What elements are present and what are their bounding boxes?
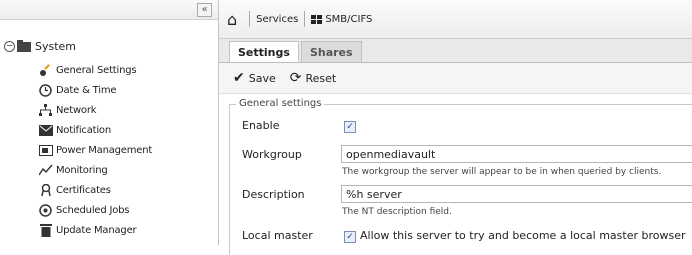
network-icon bbox=[38, 103, 53, 117]
sidebar-item-scheduled-jobs[interactable]: Scheduled Jobs bbox=[38, 200, 152, 220]
sidebar-item-monitoring[interactable]: Monitoring bbox=[38, 160, 152, 180]
description-label: Description bbox=[242, 188, 305, 201]
grid-icon bbox=[311, 14, 323, 24]
local-master-checkbox[interactable]: ✓ bbox=[344, 231, 356, 243]
folder-icon bbox=[17, 39, 31, 52]
refresh-icon: ⟳ bbox=[289, 70, 302, 86]
save-label: Save bbox=[248, 71, 276, 85]
sidebar-item-label: Power Management bbox=[56, 144, 153, 156]
breadcrumb-separator bbox=[304, 11, 306, 27]
sidebar-item-label: General Settings bbox=[56, 64, 137, 76]
sidebar-item-label: Date & Time bbox=[56, 84, 117, 96]
certificate-icon bbox=[38, 183, 53, 197]
breadcrumb-smb-cifs[interactable]: SMB/CIFS bbox=[325, 14, 372, 25]
workgroup-hint: The workgroup the server will appear to … bbox=[342, 167, 662, 177]
sidebar-item-label: Update Manager bbox=[56, 224, 137, 236]
breadcrumb: ⌂ Services SMB/CIFS bbox=[219, 0, 692, 39]
home-icon[interactable]: ⌂ bbox=[227, 10, 237, 29]
sidebar-header: « bbox=[0, 0, 218, 20]
sidebar-item-label: Certificates bbox=[56, 184, 111, 196]
reset-label: Reset bbox=[305, 71, 337, 85]
main-panel: ⌂ Services SMB/CIFS Settings Shares ✔ Sa… bbox=[219, 0, 692, 255]
workgroup-label: Workgroup bbox=[242, 148, 302, 161]
wrench-icon bbox=[38, 63, 53, 77]
tree-root-label: System bbox=[35, 40, 77, 53]
clock-icon bbox=[38, 83, 53, 97]
sidebar-item-update-manager[interactable]: Update Manager bbox=[38, 220, 152, 240]
sidebar-item-power-management[interactable]: Power Management bbox=[38, 140, 152, 160]
reset-button[interactable]: ⟳ Reset bbox=[290, 70, 336, 86]
workgroup-field[interactable]: openmediavault bbox=[341, 145, 692, 163]
save-button[interactable]: ✔ Save bbox=[233, 70, 276, 86]
tab-settings[interactable]: Settings bbox=[229, 41, 299, 62]
local-master-text: Allow this server to try and become a lo… bbox=[360, 229, 686, 242]
trash-icon bbox=[38, 223, 53, 237]
local-master-label: Local master bbox=[242, 229, 313, 242]
checkmark-icon: ✔ bbox=[233, 70, 245, 86]
sidebar-item-label: Network bbox=[56, 104, 97, 116]
enable-checkbox[interactable]: ✓ bbox=[344, 121, 356, 133]
sidebar-item-certificates[interactable]: Certificates bbox=[38, 180, 152, 200]
power-icon bbox=[38, 144, 53, 157]
collapse-sidebar-button[interactable]: « bbox=[197, 3, 212, 17]
mail-icon bbox=[38, 124, 53, 137]
tree-root-system[interactable]: − System bbox=[4, 39, 77, 53]
sidebar-item-network[interactable]: Network bbox=[38, 100, 152, 120]
enable-label: Enable bbox=[242, 119, 280, 132]
fieldset-legend: General settings bbox=[236, 98, 325, 109]
tree-items: General Settings Date & Time Network Not… bbox=[38, 60, 152, 240]
breadcrumb-services[interactable]: Services bbox=[256, 14, 298, 25]
sidebar: « − System General Settings Date & Time … bbox=[0, 0, 219, 245]
clock-icon bbox=[38, 203, 53, 217]
breadcrumb-separator bbox=[249, 11, 251, 27]
sidebar-item-general-settings[interactable]: General Settings bbox=[38, 60, 152, 80]
chart-icon bbox=[38, 164, 53, 177]
description-hint: The NT description field. bbox=[342, 207, 452, 217]
description-field[interactable]: %h server bbox=[341, 185, 692, 203]
sidebar-item-label: Scheduled Jobs bbox=[56, 204, 130, 216]
tab-shares[interactable]: Shares bbox=[300, 41, 362, 62]
collapse-toggle-icon[interactable]: − bbox=[4, 41, 15, 52]
sidebar-item-label: Notification bbox=[56, 124, 111, 136]
sidebar-item-notification[interactable]: Notification bbox=[38, 120, 152, 140]
general-settings-fieldset: General settings Enable ✓ Workgroup open… bbox=[229, 98, 692, 255]
toolbar: ✔ Save ⟳ Reset bbox=[219, 63, 692, 94]
sidebar-item-label: Monitoring bbox=[56, 164, 108, 176]
tab-bar: Settings Shares bbox=[219, 39, 692, 63]
sidebar-item-date-time[interactable]: Date & Time bbox=[38, 80, 152, 100]
